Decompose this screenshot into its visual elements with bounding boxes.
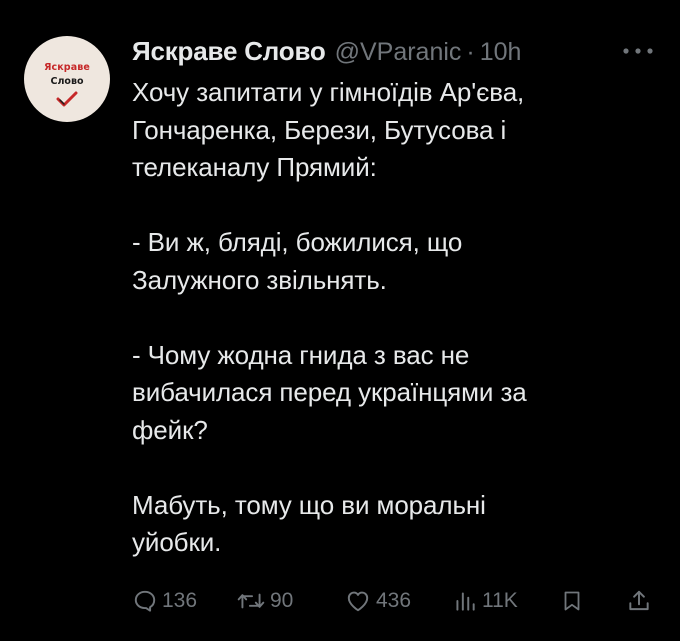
author-handle[interactable]: @VParanic bbox=[335, 38, 462, 67]
views-button[interactable]: 11K bbox=[452, 586, 518, 616]
avatar-logo-text-1: Яскраве bbox=[44, 62, 90, 73]
views-count: 11K bbox=[482, 589, 518, 612]
retweet-button[interactable]: 90 bbox=[236, 586, 293, 616]
checkmark-icon bbox=[56, 91, 78, 107]
tweet-text: Хочу запитати у гімноїдів Ар'єва, Гончар… bbox=[132, 77, 527, 557]
share-icon bbox=[629, 590, 649, 611]
reply-icon bbox=[134, 590, 156, 612]
tweet-actions: 136 90 436 11K bbox=[132, 586, 656, 616]
retweet-icon bbox=[237, 593, 265, 609]
more-icon[interactable] bbox=[620, 42, 656, 60]
retweet-count: 90 bbox=[270, 589, 294, 612]
bookmark-icon bbox=[564, 591, 580, 611]
avatar[interactable]: Яскраве Слово bbox=[24, 36, 110, 122]
reply-button[interactable]: 136 bbox=[132, 586, 197, 616]
views-icon bbox=[456, 592, 475, 611]
avatar-logo-text-2: Слово bbox=[50, 76, 84, 87]
heart-icon bbox=[347, 591, 369, 612]
tweet[interactable]: Яскраве Слово Яскраве Слово @VParanic · … bbox=[0, 0, 680, 641]
author-name[interactable]: Яскраве Слово bbox=[132, 36, 326, 67]
like-button[interactable]: 436 bbox=[344, 586, 411, 616]
bookmark-button[interactable] bbox=[560, 586, 584, 616]
separator-dot: · bbox=[466, 38, 475, 66]
like-count: 436 bbox=[376, 589, 412, 612]
reply-count: 136 bbox=[162, 589, 198, 612]
share-button[interactable] bbox=[626, 586, 652, 616]
tweet-header: Яскраве Слово @VParanic · 10h bbox=[132, 36, 521, 66]
tweet-time[interactable]: 10h bbox=[480, 38, 522, 67]
